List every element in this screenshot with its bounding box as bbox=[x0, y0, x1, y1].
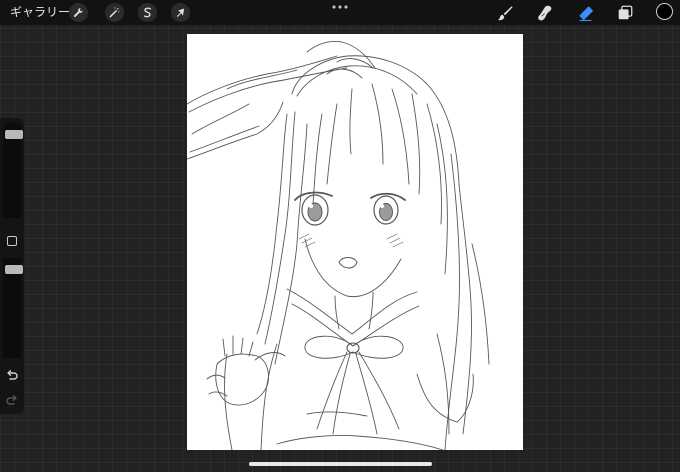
more-options-icon[interactable] bbox=[331, 4, 349, 10]
drawing-canvas[interactable] bbox=[187, 34, 523, 450]
color-picker-button[interactable] bbox=[656, 3, 673, 20]
selection-s-icon bbox=[143, 7, 152, 18]
sketch-artwork bbox=[187, 41, 490, 450]
transform-button[interactable] bbox=[171, 3, 190, 22]
opacity-slider[interactable] bbox=[3, 258, 23, 358]
procreate-app: ギャラリー bbox=[0, 0, 680, 472]
home-indicator[interactable] bbox=[249, 462, 432, 466]
brush-size-slider[interactable] bbox=[3, 123, 23, 218]
eraser-icon bbox=[579, 6, 594, 22]
wrench-icon bbox=[73, 8, 83, 18]
layers-icon bbox=[618, 5, 633, 20]
smudge-tool-button[interactable] bbox=[534, 2, 556, 24]
top-toolbar: ギャラリー bbox=[0, 0, 680, 25]
brush-tool-button[interactable] bbox=[494, 2, 516, 24]
eraser-tool-button[interactable] bbox=[575, 2, 597, 24]
modify-button[interactable] bbox=[7, 236, 17, 246]
actions-button[interactable] bbox=[69, 3, 88, 22]
magic-wand-icon bbox=[109, 7, 120, 18]
layers-button[interactable] bbox=[614, 2, 636, 24]
brush-icon bbox=[497, 6, 513, 21]
gallery-button[interactable]: ギャラリー bbox=[10, 5, 70, 20]
selection-button[interactable] bbox=[138, 3, 157, 22]
smudge-icon bbox=[538, 5, 552, 21]
side-toolbar bbox=[0, 118, 24, 414]
adjustments-button[interactable] bbox=[105, 3, 124, 22]
undo-icon[interactable] bbox=[5, 369, 19, 383]
opacity-thumb[interactable] bbox=[5, 265, 23, 274]
brush-size-thumb[interactable] bbox=[5, 130, 23, 139]
arrow-cursor-icon bbox=[176, 8, 185, 17]
redo-icon[interactable] bbox=[5, 394, 19, 408]
